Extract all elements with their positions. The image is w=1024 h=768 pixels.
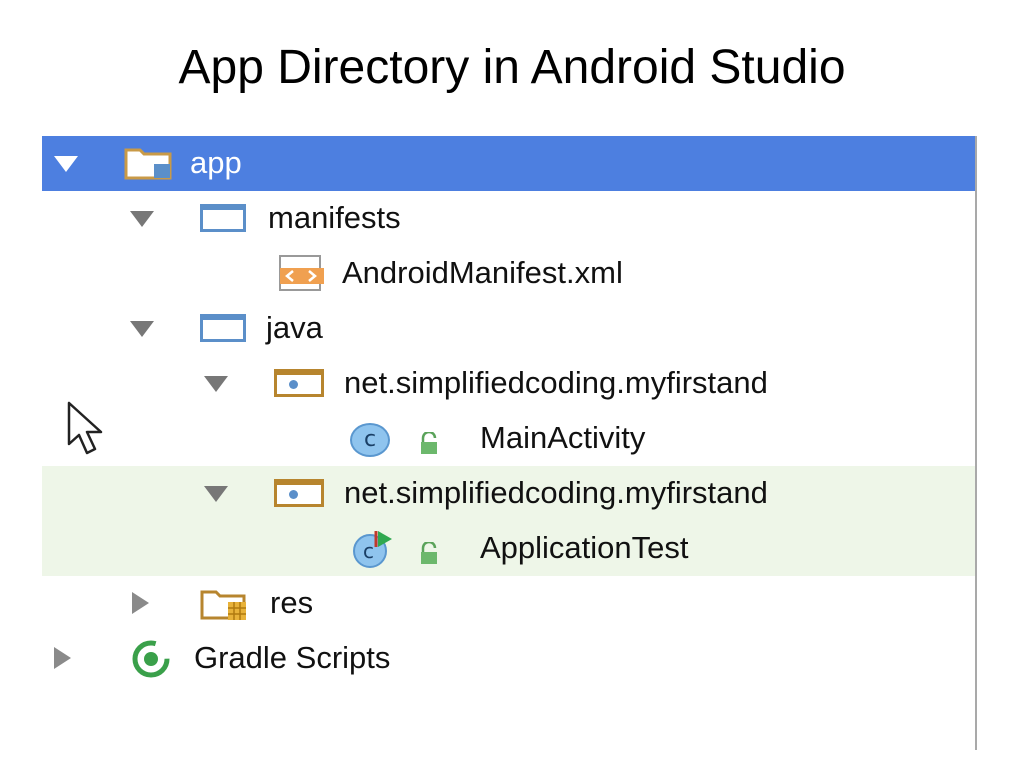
tree-item-label: java bbox=[266, 310, 323, 345]
tree-item-label: app bbox=[190, 145, 242, 180]
lock-icon bbox=[418, 538, 440, 564]
tree-item-label: MainActivity bbox=[480, 420, 646, 455]
class-icon: c bbox=[350, 423, 390, 457]
collapse-arrow-icon[interactable] bbox=[54, 647, 71, 669]
tree-item-label: net.simplifiedcoding.myfirstand bbox=[344, 365, 768, 400]
folder-app-icon bbox=[124, 146, 174, 180]
tree-item-label: manifests bbox=[268, 200, 401, 235]
slide-title: App Directory in Android Studio bbox=[178, 41, 846, 94]
tree-item-manifests[interactable]: manifests bbox=[42, 191, 976, 246]
test-class-icon: c bbox=[348, 529, 396, 569]
tree-item-label: AndroidManifest.xml bbox=[342, 255, 623, 290]
expand-arrow-icon[interactable] bbox=[130, 321, 154, 337]
package-folder-icon bbox=[274, 479, 324, 507]
tree-item-package-test[interactable]: net.simplifiedcoding.myfirstand bbox=[42, 466, 976, 521]
tree-item-java[interactable]: java bbox=[42, 301, 976, 356]
lock-icon bbox=[418, 428, 440, 454]
tree-item-package-main[interactable]: net.simplifiedcoding.myfirstand bbox=[42, 356, 976, 411]
expand-arrow-icon[interactable] bbox=[54, 156, 78, 172]
folder-icon bbox=[200, 314, 246, 342]
tree-item-applicationtest[interactable]: c ApplicationTest bbox=[42, 521, 976, 576]
expand-arrow-icon[interactable] bbox=[204, 376, 228, 392]
tree-item-androidmanifest[interactable]: AndroidManifest.xml bbox=[42, 246, 976, 301]
expand-arrow-icon[interactable] bbox=[204, 486, 228, 502]
mouse-cursor-icon bbox=[66, 400, 116, 456]
folder-icon bbox=[200, 204, 246, 232]
collapse-arrow-icon[interactable] bbox=[132, 592, 149, 614]
tree-item-label: res bbox=[270, 585, 314, 620]
package-folder-icon bbox=[274, 369, 324, 397]
tree-item-label: ApplicationTest bbox=[480, 530, 689, 565]
gradle-icon bbox=[124, 639, 178, 679]
tree-item-label: net.simplifiedcoding.myfirstand bbox=[344, 475, 768, 510]
tree-item-app[interactable]: app bbox=[42, 136, 976, 191]
expand-arrow-icon[interactable] bbox=[130, 211, 154, 227]
xml-file-icon bbox=[278, 254, 326, 292]
svg-text:c: c bbox=[363, 539, 374, 563]
resource-folder-icon bbox=[200, 586, 252, 622]
tree-item-gradle-scripts[interactable]: Gradle Scripts bbox=[42, 631, 976, 686]
tree-item-label: Gradle Scripts bbox=[194, 640, 391, 675]
tree-item-mainactivity[interactable]: c MainActivity bbox=[42, 411, 976, 466]
tree-item-res[interactable]: res bbox=[42, 576, 976, 631]
panel-border bbox=[975, 136, 977, 750]
project-tree[interactable]: app manifests AndroidManifest.xml java n… bbox=[42, 136, 976, 748]
